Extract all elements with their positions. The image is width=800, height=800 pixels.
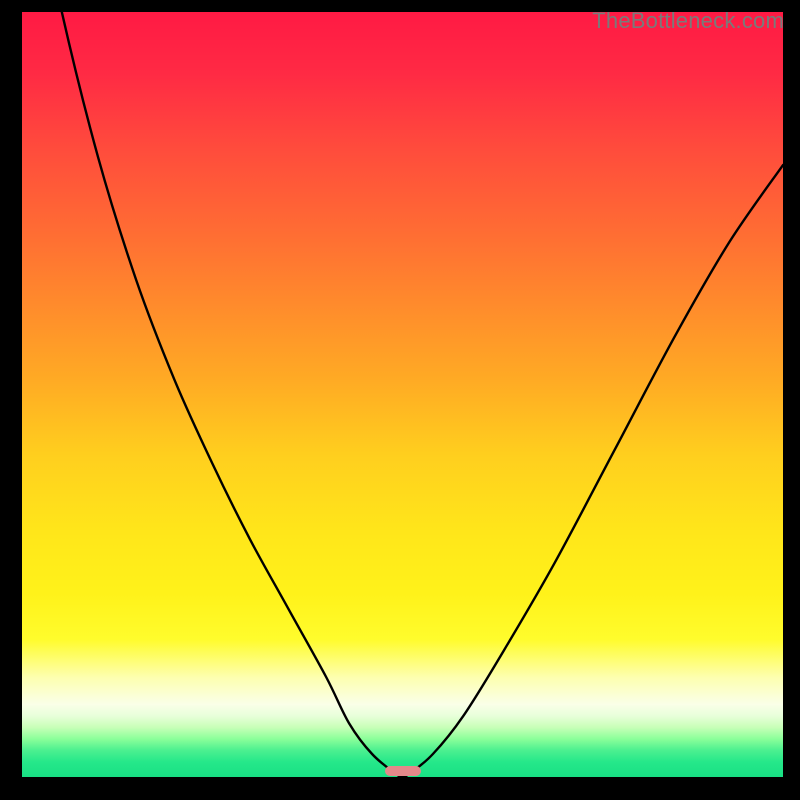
chart-frame: TheBottleneck.com (0, 0, 800, 800)
plot-area (22, 12, 783, 777)
minimum-marker (385, 766, 421, 776)
watermark-text: TheBottleneck.com (592, 8, 784, 34)
bottleneck-curve (22, 12, 783, 777)
